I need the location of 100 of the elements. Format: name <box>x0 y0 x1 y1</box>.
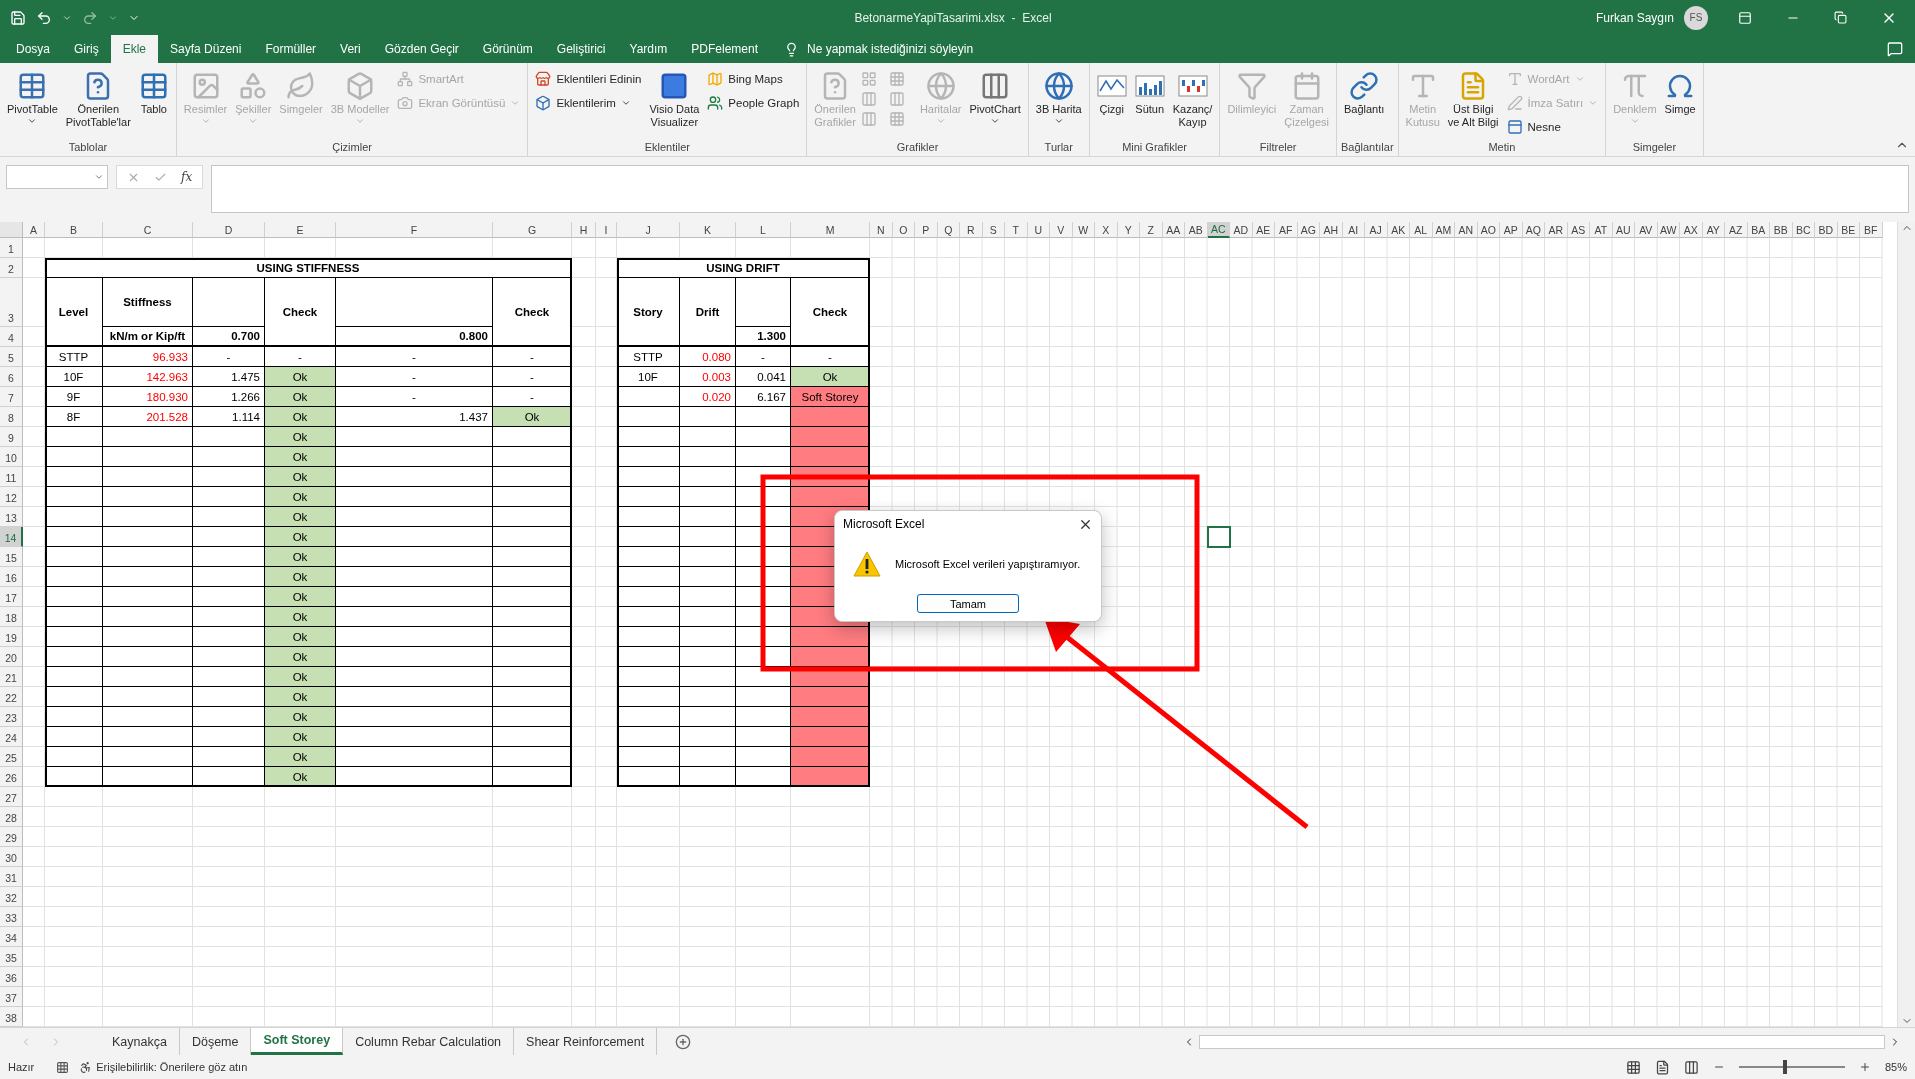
ribbon-tab[interactable]: Yardım <box>617 35 680 63</box>
ribbon-button[interactable]: Bing Maps <box>704 69 803 89</box>
ok-button[interactable]: Tamam <box>917 594 1019 613</box>
select-all-corner[interactable] <box>0 222 23 238</box>
column-header[interactable]: AL <box>1410 222 1433 238</box>
column-header[interactable]: BF <box>1860 222 1883 238</box>
ribbon-button[interactable]: Eklentileri Edinin <box>532 69 645 89</box>
column-header[interactable]: BB <box>1770 222 1793 238</box>
column-header[interactable]: Z <box>1140 222 1163 238</box>
column-header[interactable]: O <box>892 222 915 238</box>
column-header[interactable]: AE <box>1252 222 1275 238</box>
ribbon-display-icon[interactable] <box>1738 10 1752 25</box>
row-header[interactable]: 21 <box>0 667 23 687</box>
chart-type-icon[interactable] <box>888 91 905 107</box>
insert-function-button[interactable]: fx <box>181 170 193 184</box>
tell-me-field[interactable]: Ne yapmak istediğinizi söyleyin <box>807 42 974 56</box>
column-header[interactable]: AV <box>1635 222 1658 238</box>
restore-icon[interactable] <box>1834 11 1847 24</box>
row-header[interactable]: 4 <box>0 327 23 347</box>
column-header[interactable]: AU <box>1612 222 1635 238</box>
accessibility-status[interactable]: Erişilebilirlik: Önerilere göz atın <box>96 1061 248 1073</box>
ribbon-tab[interactable]: Dosya <box>4 35 62 63</box>
row-header[interactable]: 37 <box>0 987 23 1007</box>
row-header[interactable]: 27 <box>0 787 23 807</box>
formula-field[interactable] <box>211 165 1909 213</box>
column-header[interactable]: BC <box>1792 222 1815 238</box>
row-header[interactable]: 30 <box>0 847 23 867</box>
redo-icon[interactable] <box>82 9 98 26</box>
ribbon-tab[interactable]: Sayfa Düzeni <box>158 35 254 63</box>
column-header[interactable]: BE <box>1837 222 1860 238</box>
row-header[interactable]: 29 <box>0 827 23 847</box>
sheet-tab[interactable]: Soft Storey <box>251 1028 344 1055</box>
save-icon[interactable] <box>10 9 26 26</box>
row-header[interactable]: 28 <box>0 807 23 827</box>
zoom-thumb[interactable] <box>1782 1060 1787 1074</box>
row-header[interactable]: 10 <box>0 447 23 467</box>
column-header[interactable]: G <box>493 222 572 238</box>
ribbon-button[interactable]: PivotChart <box>966 67 1024 128</box>
row-header[interactable]: 16 <box>0 567 23 587</box>
column-header[interactable]: J <box>617 222 680 238</box>
column-header[interactable]: C <box>103 222 193 238</box>
column-header[interactable]: AP <box>1500 222 1523 238</box>
row-header[interactable]: 34 <box>0 927 23 947</box>
column-header[interactable]: AF <box>1275 222 1298 238</box>
column-header[interactable]: U <box>1027 222 1050 238</box>
column-header[interactable]: AK <box>1387 222 1410 238</box>
column-header[interactable]: AY <box>1702 222 1725 238</box>
row-header[interactable]: 11 <box>0 467 23 487</box>
row-header[interactable]: 14 <box>0 527 23 547</box>
ribbon-tab[interactable]: Giriş <box>62 35 111 63</box>
row-header[interactable]: 20 <box>0 647 23 667</box>
column-header[interactable]: BD <box>1815 222 1838 238</box>
row-header[interactable]: 12 <box>0 487 23 507</box>
column-header[interactable]: Q <box>937 222 960 238</box>
ribbon-tab[interactable]: Ekle <box>110 35 159 63</box>
row-header[interactable]: 13 <box>0 507 23 527</box>
column-header[interactable]: P <box>915 222 938 238</box>
column-header[interactable]: F <box>336 222 493 238</box>
row-header[interactable]: 18 <box>0 607 23 627</box>
column-header[interactable]: AW <box>1657 222 1680 238</box>
row-header[interactable]: 24 <box>0 727 23 747</box>
zoom-in-icon[interactable] <box>1858 1061 1871 1073</box>
row-header[interactable]: 32 <box>0 887 23 907</box>
comment-icon[interactable] <box>1887 41 1903 57</box>
ribbon-button[interactable]: Bağlantı <box>1340 67 1388 118</box>
normal-view-icon[interactable] <box>1625 1059 1641 1075</box>
column-header[interactable]: AJ <box>1365 222 1388 238</box>
column-header[interactable]: AQ <box>1522 222 1545 238</box>
column-header[interactable]: Y <box>1117 222 1140 238</box>
row-header[interactable]: 6 <box>0 367 23 387</box>
column-header[interactable]: AC <box>1207 222 1230 238</box>
column-header[interactable]: M <box>791 222 870 238</box>
ribbon-tab[interactable]: Görünüm <box>470 35 545 63</box>
column-header[interactable]: AX <box>1680 222 1703 238</box>
ribbon-button[interactable]: Simge <box>1661 67 1699 118</box>
ribbon-button[interactable]: Kazanç/ Kayıp <box>1169 67 1216 131</box>
row-header[interactable]: 19 <box>0 627 23 647</box>
column-header[interactable]: I <box>596 222 617 238</box>
ribbon-button[interactable]: Üst Bilgi ve Alt Bilgi <box>1444 67 1502 131</box>
row-header[interactable]: 25 <box>0 747 23 767</box>
row-header[interactable]: 3 <box>0 278 23 327</box>
ribbon-tab[interactable]: Gözden Geçir <box>372 35 471 63</box>
column-header[interactable]: AO <box>1477 222 1500 238</box>
column-header[interactable]: K <box>680 222 736 238</box>
ribbon-button[interactable]: Sütun <box>1131 67 1168 118</box>
column-header[interactable]: D <box>193 222 265 238</box>
row-header[interactable]: 17 <box>0 587 23 607</box>
row-header[interactable]: 1 <box>0 238 23 258</box>
ribbon-tab[interactable]: PDFelement <box>679 35 770 63</box>
row-header[interactable]: 15 <box>0 547 23 567</box>
row-header[interactable]: 2 <box>0 258 23 278</box>
row-header[interactable]: 33 <box>0 907 23 927</box>
avatar[interactable]: FS <box>1684 5 1708 30</box>
ribbon-tab[interactable]: Formüller <box>253 35 329 63</box>
ribbon-button[interactable]: 3B Harita <box>1032 67 1085 128</box>
chart-type-icon[interactable] <box>860 91 877 107</box>
row-header[interactable]: 38 <box>0 1007 23 1027</box>
column-header[interactable]: R <box>960 222 983 238</box>
ribbon-button[interactable]: Tablo <box>135 67 172 118</box>
column-header[interactable]: AI <box>1342 222 1365 238</box>
